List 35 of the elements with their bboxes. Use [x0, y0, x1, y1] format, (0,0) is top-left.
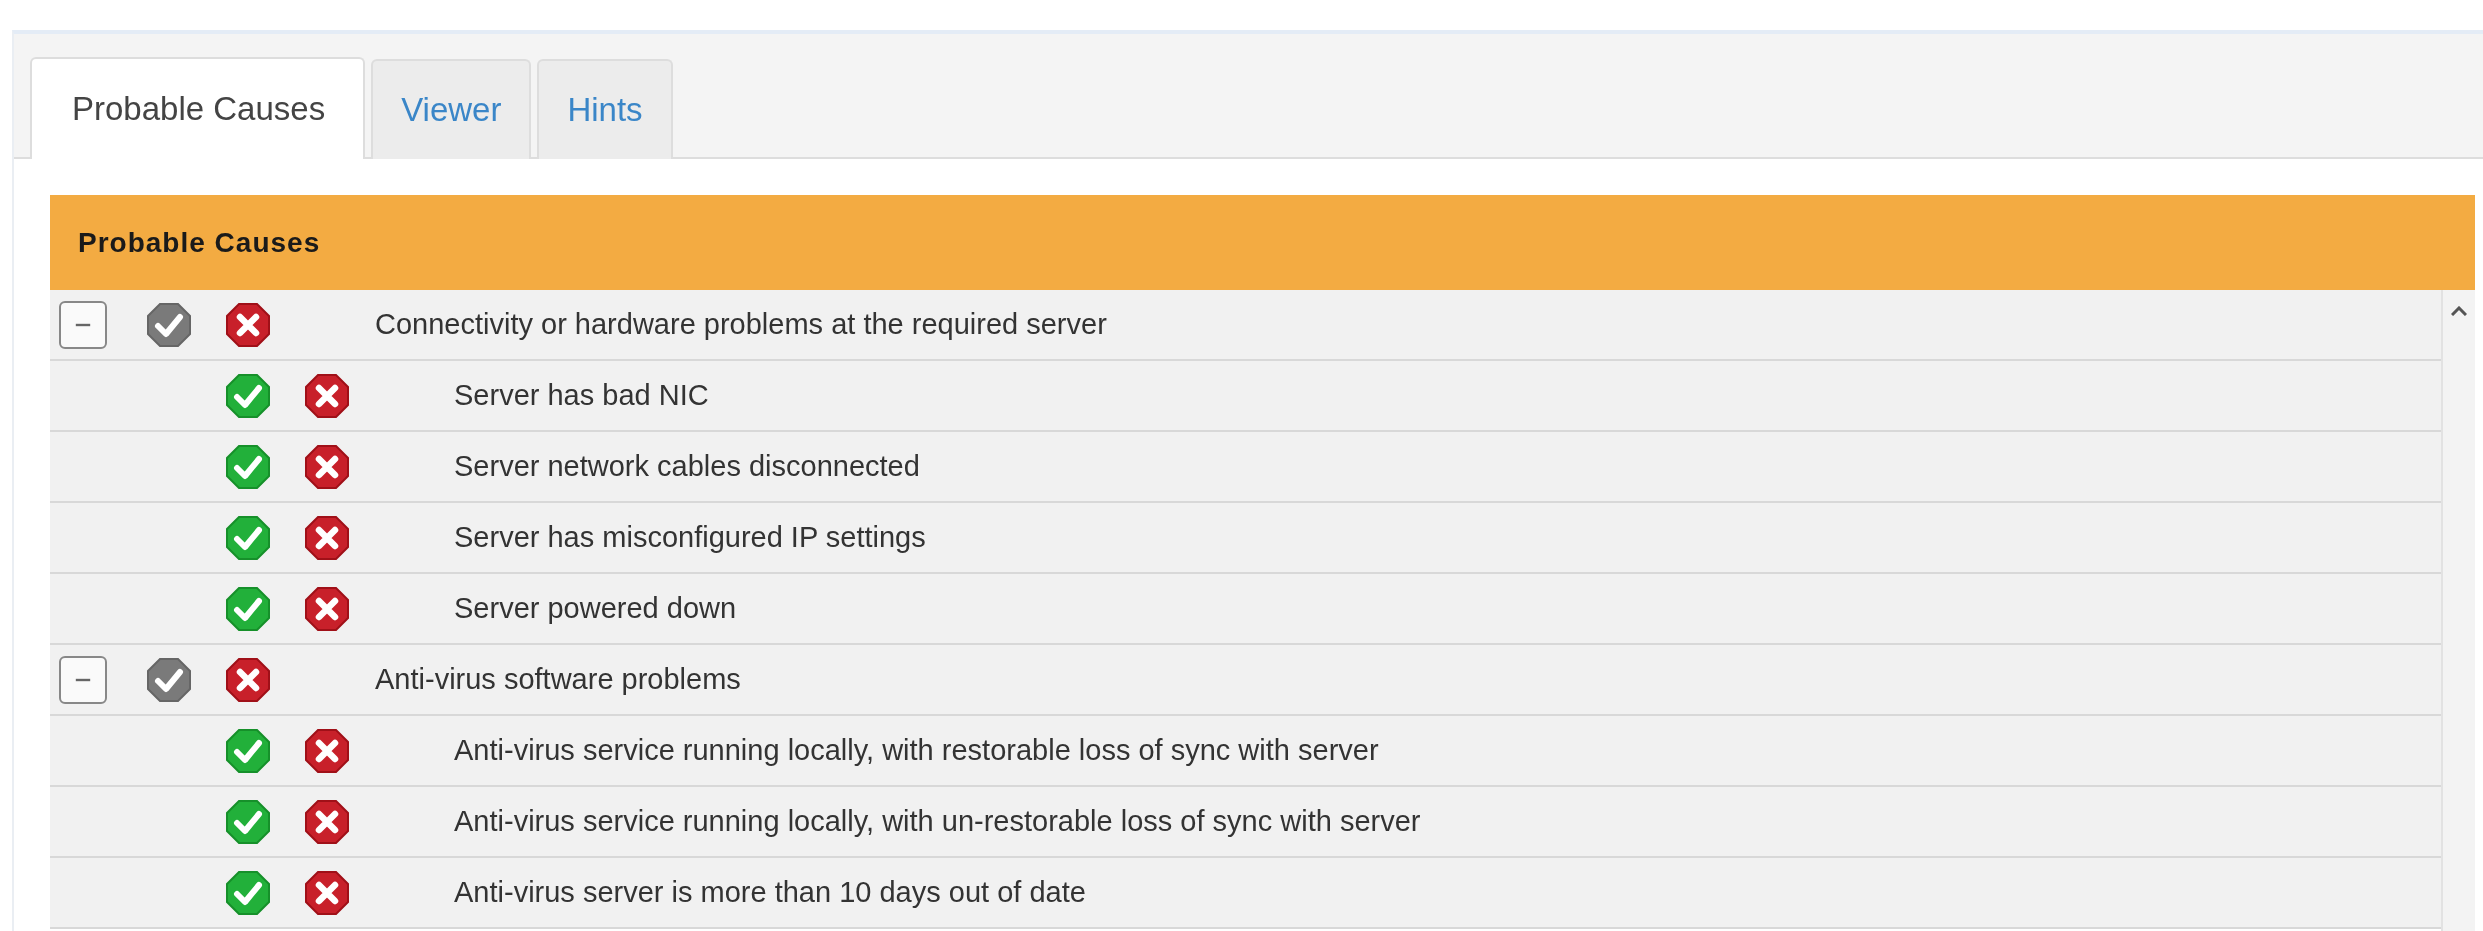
- tab[interactable]: Viewer: [371, 59, 532, 159]
- cause-text: Server network cables disconnected: [453, 450, 920, 483]
- cause-text: Anti-virus service running locally, with un-restorable loss of sync with server: [453, 805, 1421, 838]
- cause-text: Anti-virus server is more than 10 days out of date: [453, 876, 1086, 909]
- check-icon[interactable]: [225, 515, 270, 560]
- cause-text: Connectivity or hardware problems at the required server: [374, 308, 1107, 341]
- cause-text: Server has misconfigured IP settings: [453, 521, 926, 554]
- cross-icon[interactable]: [304, 515, 349, 560]
- check-icon[interactable]: [146, 302, 191, 347]
- cause-text: Server has bad NIC: [453, 379, 709, 412]
- cross-icon[interactable]: [304, 444, 349, 489]
- cross-icon[interactable]: [304, 373, 349, 418]
- cross-icon[interactable]: [225, 302, 270, 347]
- cause-text: Anti-virus software problems: [374, 663, 741, 696]
- check-icon[interactable]: [225, 373, 270, 418]
- collapse-button[interactable]: [58, 655, 107, 704]
- panel-title: Probable Causes: [78, 226, 321, 259]
- cause-text: Anti-virus service running locally, with restorable loss of sync with server: [453, 734, 1379, 767]
- check-icon[interactable]: [225, 586, 270, 631]
- tab[interactable]: Probable Causes: [30, 57, 366, 159]
- scrollbar[interactable]: [2441, 290, 2475, 931]
- cross-icon[interactable]: [304, 728, 349, 773]
- check-icon[interactable]: [225, 728, 270, 773]
- check-icon[interactable]: [225, 799, 270, 844]
- check-icon[interactable]: [146, 657, 191, 702]
- collapse-button[interactable]: [58, 300, 107, 349]
- cross-icon[interactable]: [304, 870, 349, 915]
- cross-icon[interactable]: [225, 657, 270, 702]
- scroll-up-icon[interactable]: [2451, 306, 2467, 316]
- check-icon[interactable]: [225, 870, 270, 915]
- check-icon[interactable]: [225, 444, 270, 489]
- cross-icon[interactable]: [304, 586, 349, 631]
- tab[interactable]: Hints: [537, 59, 673, 159]
- cause-text: Server powered down: [453, 592, 737, 625]
- cross-icon[interactable]: [304, 799, 349, 844]
